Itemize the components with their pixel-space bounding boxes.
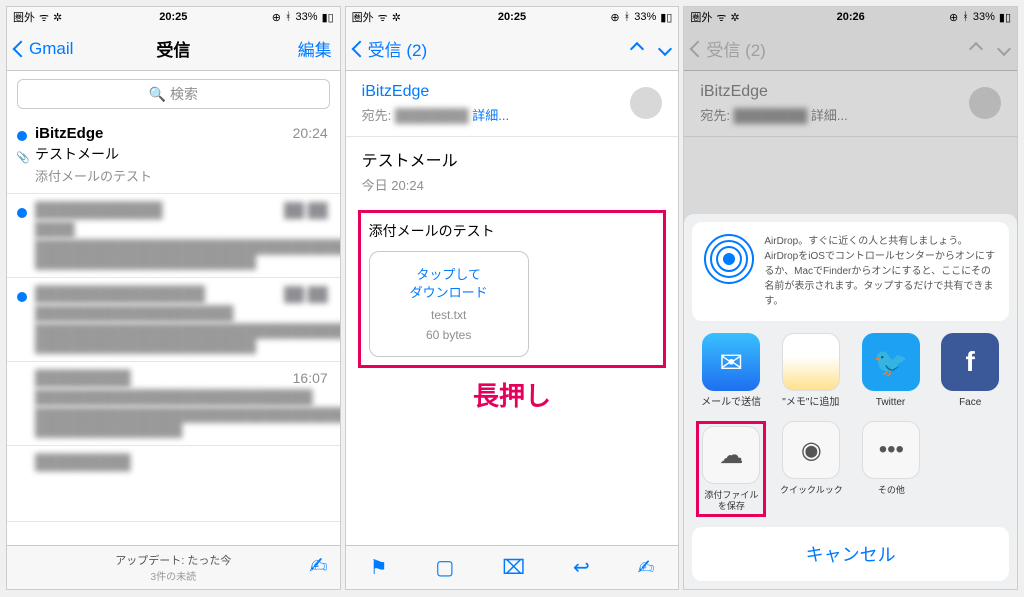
back-button[interactable]: 受信 (2) <box>354 36 428 61</box>
mail-row[interactable]: ██████████████████:██ ██████████████████… <box>7 278 340 362</box>
highlight-annotation: 添付メールのテスト タップしてダウンロード test.txt 60 bytes <box>358 210 667 368</box>
chevron-left-icon <box>13 40 30 57</box>
share-twitter[interactable]: 🐦Twitter <box>856 333 926 409</box>
notes-icon <box>782 333 840 391</box>
unread-dot-icon <box>17 208 27 218</box>
clock: 20:25 <box>159 11 187 23</box>
eye-icon: ◉ <box>782 421 840 479</box>
more-icon: ••• <box>862 421 920 479</box>
share-mail[interactable]: ✉︎メールで送信 <box>696 333 766 409</box>
sender: iBitzEdge <box>35 125 103 142</box>
search-icon: 🔍 <box>149 86 166 103</box>
from[interactable]: iBitzEdge <box>362 83 663 101</box>
cancel-button[interactable]: キャンセル <box>692 527 1009 581</box>
mail-row[interactable]: █████████ <box>7 446 340 522</box>
carrier: 圏外 <box>13 9 35 25</box>
attachment-filename: test.txt <box>378 308 520 322</box>
row-time: 16:07 <box>293 370 328 387</box>
attachment-card[interactable]: タップしてダウンロード test.txt 60 bytes <box>369 251 529 357</box>
battery-icon: ▮▯ <box>322 11 334 24</box>
share-facebook[interactable]: fFace <box>935 333 1005 409</box>
folder-button[interactable]: ▢ <box>435 555 454 580</box>
mail-list: 📎 iBitzEdge 20:24 テストメール 添付メールのテスト ██████… <box>7 117 340 522</box>
screen-inbox: 圏外 ᯤ ✲ 20:25 ⊕ ᚼ 33% ▮▯ Gmail 受信 編集 🔍検索 📎 iBi… <box>6 6 341 590</box>
action-row: ☁︎添付ファイルを保存 ◉クイックルック •••その他 <box>692 421 1009 517</box>
mail-icon: ✉︎ <box>702 333 760 391</box>
subject: テストメール <box>35 144 328 164</box>
airdrop-icon <box>704 234 754 284</box>
compose-button[interactable]: ✍︎ <box>309 553 327 579</box>
annotation-longpress: 長押し <box>346 376 679 413</box>
archive-button[interactable]: ⌧ <box>502 555 525 580</box>
facebook-icon: f <box>941 333 999 391</box>
toolbar: ⚑ ▢ ⌧ ↩︎ ✍︎ <box>346 545 679 589</box>
airdrop-text: AirDrop。すぐに近くの人と共有しましょう。AirDropをiOSでコントロ… <box>764 234 997 309</box>
twitter-icon: 🐦 <box>862 333 920 391</box>
chevron-left-icon <box>351 40 368 57</box>
footer: アップデート: たった今3件の未読 ✍︎ <box>7 545 340 589</box>
compose-button[interactable]: ✍︎ <box>638 555 655 580</box>
status-bar: 圏外ᯤ✲ 20:25 ⊕ᚼ33%▮▯ <box>346 7 679 27</box>
nav-title: 受信 <box>156 36 190 61</box>
flag-button[interactable]: ⚑ <box>370 555 388 580</box>
details-link[interactable]: 詳細... <box>472 108 509 123</box>
wifi-icon: ᯤ <box>39 10 49 25</box>
next-msg-button[interactable] <box>658 41 672 55</box>
update-status: アップデート: たった今 <box>115 552 231 568</box>
preview: 添付メールのテスト <box>35 166 328 185</box>
action-save-attachment[interactable]: ☁︎添付ファイルを保存 <box>696 421 766 517</box>
mail-row[interactable]: ██████████████:██ ████ █████████████████… <box>7 194 340 278</box>
nav-bar: 受信 (2) <box>346 27 679 71</box>
unread-count: 3件の未読 <box>115 568 231 583</box>
airdrop-row[interactable]: AirDrop。すぐに近くの人と共有しましょう。AirDropをiOSでコントロ… <box>692 222 1009 321</box>
message-date: 今日 20:24 <box>346 175 679 204</box>
search-input[interactable]: 🔍検索 <box>17 79 330 109</box>
bluetooth-icon: ᚼ <box>285 11 292 23</box>
message-header: iBitzEdge 宛先: ████████ 詳細... <box>346 71 679 137</box>
cloud-icon: ☁︎ <box>702 426 760 484</box>
rotation-lock-icon: ⊕ <box>272 11 281 24</box>
share-apps-row: ✉︎メールで送信 "メモ"に追加 🐦Twitter fFace <box>692 333 1009 409</box>
wifi-icon: ᯤ <box>378 10 388 25</box>
nav-bar: Gmail 受信 編集 <box>7 27 340 71</box>
message-subject: テストメール <box>346 137 679 175</box>
reply-button[interactable]: ↩︎ <box>573 555 590 580</box>
loading-icon: ✲ <box>53 11 62 24</box>
screen-share-sheet: 圏外ᯤ✲ 20:26 ⊕ᚼ33%▮▯ 受信 (2) iBitzEdge 宛先: … <box>683 6 1018 590</box>
message-body: 添付メールのテスト <box>369 221 656 241</box>
mail-row[interactable]: 📎 iBitzEdge 20:24 テストメール 添付メールのテスト <box>7 117 340 194</box>
loading-icon: ✲ <box>392 11 401 24</box>
row-time: 20:24 <box>293 125 328 142</box>
action-quicklook[interactable]: ◉クイックルック <box>776 421 846 517</box>
attachment-icon: 📎 <box>16 151 30 164</box>
prev-msg-button[interactable] <box>630 41 644 55</box>
mail-row[interactable]: █████████16:07 █████████████████████████… <box>7 362 340 446</box>
attachment-size: 60 bytes <box>378 328 520 342</box>
back-button[interactable]: Gmail <box>15 39 73 59</box>
status-bar: 圏外 ᯤ ✲ 20:25 ⊕ ᚼ 33% ▮▯ <box>7 7 340 27</box>
share-notes[interactable]: "メモ"に追加 <box>776 333 846 409</box>
share-sheet: AirDrop。すぐに近くの人と共有しましょう。AirDropをiOSでコントロ… <box>684 214 1017 589</box>
action-other[interactable]: •••その他 <box>856 421 926 517</box>
unread-dot-icon <box>17 292 27 302</box>
screen-message: 圏外ᯤ✲ 20:25 ⊕ᚼ33%▮▯ 受信 (2) iBitzEdge 宛先: … <box>345 6 680 590</box>
clock: 20:25 <box>498 11 526 23</box>
unread-dot-icon <box>17 131 27 141</box>
battery-pct: 33% <box>296 11 318 23</box>
edit-button[interactable]: 編集 <box>298 36 332 61</box>
